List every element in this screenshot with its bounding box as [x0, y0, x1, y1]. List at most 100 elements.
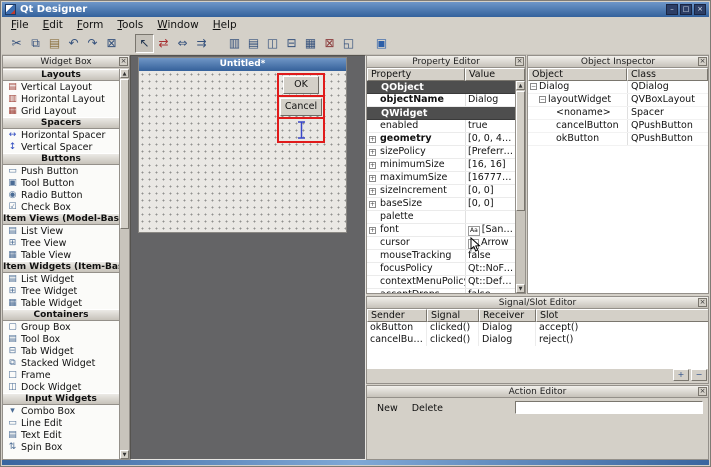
widget-horizontal-spacer[interactable]: ↔Horizontal Spacer: [3, 129, 119, 141]
column-header-property[interactable]: Property: [367, 68, 465, 81]
widget-table-widget[interactable]: ▦Table Widget: [3, 297, 119, 309]
remove-connection-button[interactable]: −: [691, 369, 707, 381]
property-row-objectname[interactable]: objectNameDialog: [367, 94, 515, 107]
property-row-sizepolicy[interactable]: +sizePolicy[Preferred, P...: [367, 146, 515, 159]
scroll-down-icon[interactable]: ▼: [120, 450, 129, 459]
section-item-views-model-based[interactable]: Item Views (Model-Based): [3, 213, 119, 225]
scroll-up-icon[interactable]: ▲: [120, 69, 129, 78]
widget-combo-box[interactable]: ▾Combo Box: [3, 405, 119, 417]
close-icon[interactable]: ×: [515, 57, 524, 66]
menu-form[interactable]: Form: [70, 18, 110, 32]
menu-file[interactable]: File: [4, 18, 36, 32]
expand-icon[interactable]: +: [369, 136, 376, 143]
column-header-receiver[interactable]: Receiver: [479, 309, 536, 322]
scroll-thumb[interactable]: [120, 79, 129, 229]
widget-check-box[interactable]: ☑Check Box: [3, 201, 119, 213]
property-group-qwidget[interactable]: QWidget: [367, 107, 515, 120]
connection-row-1[interactable]: okButtonclicked()Dialogaccept(): [367, 322, 708, 334]
section-input-widgets[interactable]: Input Widgets: [3, 393, 119, 405]
section-item-widgets-item-based[interactable]: Item Widgets (Item-Based): [3, 261, 119, 273]
property-row-geometry[interactable]: +geometry[0, 0, 400, 3...: [367, 133, 515, 146]
scroll-down-icon[interactable]: ▼: [516, 284, 525, 293]
menu-window[interactable]: Window: [150, 18, 205, 32]
column-header-value[interactable]: Value: [465, 68, 525, 81]
delete-action-button[interactable]: Delete: [406, 402, 449, 415]
break-layout-button[interactable]: ⊠: [320, 34, 339, 53]
widget-vertical-spacer[interactable]: ↕Vertical Spacer: [3, 141, 119, 153]
form-title-bar[interactable]: Untitled*: [139, 58, 346, 71]
column-header-class[interactable]: Class: [627, 68, 708, 81]
widget-group-box[interactable]: ▢Group Box: [3, 321, 119, 333]
widget-push-button[interactable]: ▭Push Button: [3, 165, 119, 177]
edit-signals-slots-button[interactable]: ⇄: [154, 34, 173, 53]
menu-edit[interactable]: Edit: [36, 18, 70, 32]
property-row-contextmenupolicy[interactable]: contextMenuPolicyQt::Default...: [367, 276, 515, 289]
inspector-row-layoutwidget[interactable]: −layoutWidgetQVBoxLayout: [528, 94, 708, 107]
property-row-maximumsize[interactable]: +maximumSize[16777215,...: [367, 172, 515, 185]
expand-icon[interactable]: +: [369, 227, 376, 234]
delete-button[interactable]: ⊠: [102, 34, 121, 53]
column-header-object[interactable]: Object: [528, 68, 627, 81]
adjust-size-button[interactable]: ◱: [339, 34, 358, 53]
section-spacers[interactable]: Spacers: [3, 117, 119, 129]
section-buttons[interactable]: Buttons: [3, 153, 119, 165]
undo-button[interactable]: ↶: [64, 34, 83, 53]
collapse-icon[interactable]: −: [530, 83, 537, 90]
layout-splitter-horizontal-button[interactable]: ◫: [263, 34, 282, 53]
widget-text-edit[interactable]: ▤Text Edit: [3, 429, 119, 441]
redo-button[interactable]: ↷: [83, 34, 102, 53]
widget-list-view[interactable]: ▤List View: [3, 225, 119, 237]
expand-icon[interactable]: +: [369, 188, 376, 195]
section-containers[interactable]: Containers: [3, 309, 119, 321]
property-row-acceptdrops[interactable]: acceptDropsfalse: [367, 289, 515, 293]
edit-buddies-button[interactable]: ⇔: [173, 34, 192, 53]
new-action-button[interactable]: New: [371, 402, 404, 415]
expand-icon[interactable]: +: [369, 175, 376, 182]
expand-icon[interactable]: +: [369, 201, 376, 208]
action-editor-header[interactable]: Action Editor ×: [367, 386, 708, 398]
copy-button[interactable]: ⧉: [26, 34, 45, 53]
widget-box-scrollbar[interactable]: ▲ ▼: [119, 69, 129, 459]
inspector-row-cancelbutton[interactable]: cancelButtonQPushButton: [528, 120, 708, 133]
widget-radio-button[interactable]: ◉Radio Button: [3, 189, 119, 201]
close-icon[interactable]: ×: [698, 298, 707, 307]
scroll-up-icon[interactable]: ▲: [516, 81, 525, 90]
property-row-palette[interactable]: palette: [367, 211, 515, 224]
layout-vertically-button[interactable]: ▤: [244, 34, 263, 53]
property-row-mousetracking[interactable]: mouseTrackingfalse: [367, 250, 515, 263]
inspector-row-okbutton[interactable]: okButtonQPushButton: [528, 133, 708, 146]
close-icon[interactable]: ×: [119, 57, 128, 66]
vertical-spacer-icon[interactable]: [296, 120, 307, 140]
column-header-sender[interactable]: Sender: [367, 309, 427, 322]
property-row-enabled[interactable]: enabledtrue: [367, 120, 515, 133]
widget-tab-widget[interactable]: ⊟Tab Widget: [3, 345, 119, 357]
property-row-cursor[interactable]: cursor↖Arrow: [367, 237, 515, 250]
close-icon[interactable]: ×: [698, 387, 707, 396]
inspector-row-dialog[interactable]: −DialogQDialog: [528, 81, 708, 94]
inspector-row-noname[interactable]: <noname>Spacer: [528, 107, 708, 120]
widget-dock-widget[interactable]: ◫Dock Widget: [3, 381, 119, 393]
widget-grid-layout[interactable]: ▦Grid Layout: [3, 105, 119, 117]
layout-grid-button[interactable]: ▦: [301, 34, 320, 53]
selected-layout[interactable]: OK Cancel: [277, 73, 325, 143]
edit-tab-order-button[interactable]: ⇉: [192, 34, 211, 53]
signal-slot-editor-header[interactable]: Signal/Slot Editor ×: [367, 297, 708, 309]
minimize-button[interactable]: –: [666, 4, 678, 15]
add-connection-button[interactable]: +: [673, 369, 689, 381]
ok-button[interactable]: OK: [283, 76, 319, 94]
property-row-basesize[interactable]: +baseSize[0, 0]: [367, 198, 515, 211]
property-editor-header[interactable]: Property Editor ×: [367, 56, 525, 68]
collapse-icon[interactable]: −: [539, 96, 546, 103]
column-header-signal[interactable]: Signal: [427, 309, 479, 322]
widget-stacked-widget[interactable]: ⧉Stacked Widget: [3, 357, 119, 369]
property-editor-scrollbar[interactable]: ▲ ▼: [515, 81, 525, 293]
menu-help[interactable]: Help: [206, 18, 244, 32]
action-filter-input[interactable]: [515, 401, 703, 414]
section-layouts[interactable]: Layouts: [3, 69, 119, 81]
close-icon[interactable]: ×: [698, 57, 707, 66]
property-group-qobject[interactable]: QObject: [367, 81, 515, 94]
widget-frame[interactable]: □Frame: [3, 369, 119, 381]
form-window[interactable]: Untitled* OK Cancel: [138, 57, 347, 233]
widget-vertical-layout[interactable]: ▤Vertical Layout: [3, 81, 119, 93]
close-button[interactable]: ×: [694, 4, 706, 15]
